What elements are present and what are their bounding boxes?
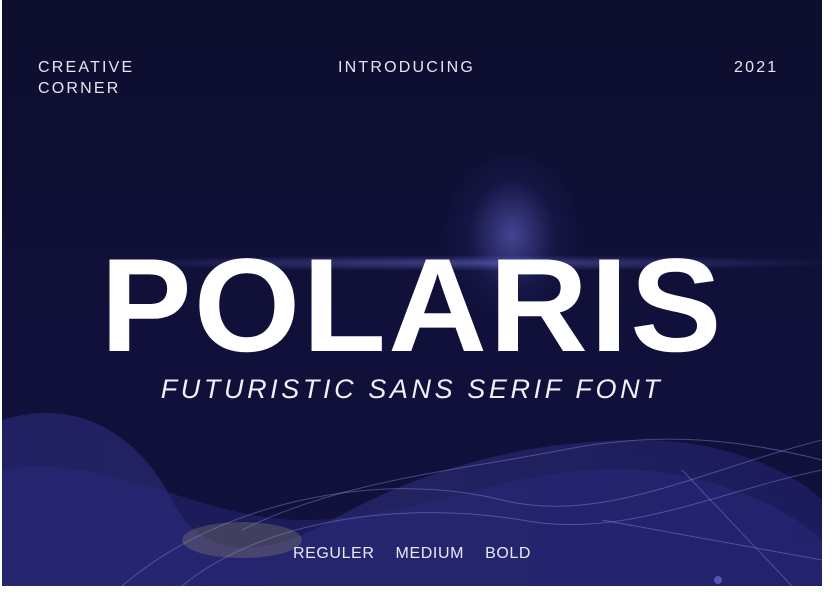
font-title: POLARIS [100,232,724,380]
intro-label: INTRODUCING [338,59,476,76]
background-art: CREATIVE CORNER INTRODUCING 2021 POLARIS… [2,0,822,586]
brand-line-1: CREATIVE [38,59,135,76]
brand-name: CREATIVE CORNER [38,57,134,99]
weight-bold: BOLD [485,545,532,562]
weight-regular: REGULER [292,545,375,562]
weights-list: REGULER MEDIUM BOLD [2,545,822,563]
brand-line-2: CORNER [38,80,121,97]
node-dot [714,576,722,584]
font-subtitle: FUTURISTIC SANS SERIF FONT [160,374,664,404]
poster: CREATIVE CORNER INTRODUCING 2021 POLARIS… [0,0,840,596]
year-label: 2021 [734,59,779,76]
weight-medium: MEDIUM [395,545,465,562]
